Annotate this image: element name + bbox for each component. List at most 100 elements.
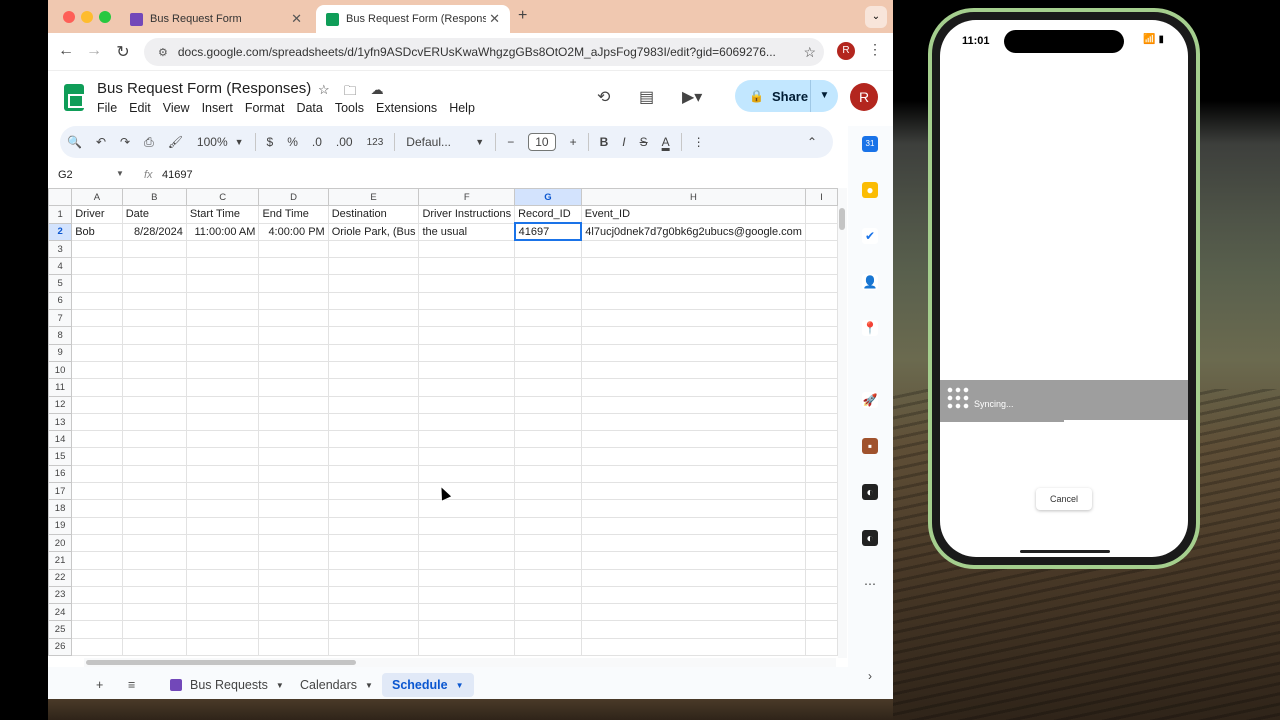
chevron-down-icon[interactable]: ▼ <box>235 137 244 147</box>
cell[interactable] <box>804 274 838 293</box>
calendar-icon[interactable]: 31 <box>862 136 878 152</box>
row-header[interactable]: 12 <box>48 395 73 414</box>
cell[interactable] <box>258 603 329 622</box>
document-title[interactable]: Bus Request Form (Responses) <box>97 80 311 97</box>
cell[interactable] <box>514 637 582 657</box>
cell[interactable] <box>258 412 329 432</box>
contacts-icon[interactable]: 👤 <box>862 274 878 290</box>
cell[interactable] <box>121 464 187 484</box>
cell[interactable] <box>418 568 516 587</box>
cell[interactable] <box>418 343 516 362</box>
cell[interactable] <box>185 620 260 639</box>
cell[interactable] <box>580 343 806 362</box>
cell[interactable] <box>121 412 187 432</box>
paint-format-icon[interactable]: 🖌 <box>168 135 183 149</box>
cell[interactable] <box>185 447 260 466</box>
decrease-font-size-button[interactable]: − <box>507 135 514 149</box>
search-menus-icon[interactable]: 🔍 <box>67 135 82 149</box>
cell[interactable] <box>258 378 329 397</box>
cell[interactable] <box>121 585 187 605</box>
cell[interactable]: Oriole Park, (Bus <box>327 222 420 241</box>
home-indicator[interactable] <box>1020 550 1110 553</box>
cell[interactable] <box>580 274 806 293</box>
cell[interactable] <box>514 430 582 449</box>
addon-app-icon[interactable]: ◐ <box>862 484 878 500</box>
cell[interactable] <box>71 603 123 622</box>
cell[interactable] <box>185 585 260 605</box>
cell[interactable] <box>121 430 187 449</box>
cell[interactable] <box>327 551 420 570</box>
cell[interactable] <box>71 291 123 311</box>
cell[interactable] <box>804 326 838 345</box>
cell[interactable] <box>327 603 420 622</box>
row-header[interactable]: 22 <box>48 568 73 587</box>
name-box[interactable]: G2 <box>58 169 73 181</box>
cell[interactable] <box>804 464 838 484</box>
cell[interactable] <box>327 568 420 587</box>
cell[interactable] <box>804 360 838 380</box>
cell[interactable] <box>580 603 806 622</box>
add-sheet-button[interactable]: + <box>86 673 113 697</box>
cell[interactable] <box>71 257 123 276</box>
cell[interactable] <box>514 585 582 605</box>
cell[interactable] <box>185 412 260 432</box>
zoom-select[interactable]: 100% <box>197 135 228 149</box>
cell[interactable] <box>580 637 806 657</box>
column-header[interactable]: E <box>327 188 420 207</box>
cell[interactable] <box>121 637 187 657</box>
cell[interactable] <box>258 395 329 414</box>
cell[interactable] <box>804 637 838 657</box>
cell[interactable] <box>327 499 420 518</box>
cell[interactable] <box>580 533 806 553</box>
chevron-down-icon[interactable]: ▼ <box>365 681 373 690</box>
cell[interactable] <box>185 239 260 259</box>
cell[interactable] <box>804 378 838 397</box>
cell[interactable] <box>121 603 187 622</box>
cell[interactable] <box>804 482 838 501</box>
cell[interactable] <box>327 343 420 362</box>
tab-bus-request-form[interactable]: Bus Request Form ✕ <box>120 5 312 33</box>
cell[interactable] <box>121 482 187 501</box>
cell[interactable] <box>327 447 420 466</box>
cell[interactable] <box>71 447 123 466</box>
cell[interactable] <box>121 516 187 535</box>
cell[interactable] <box>121 343 187 362</box>
row-header[interactable]: 17 <box>48 482 73 501</box>
cell[interactable] <box>121 499 187 518</box>
cell[interactable] <box>121 378 187 397</box>
row-header[interactable]: 13 <box>48 412 73 432</box>
cell[interactable]: Driver Instructions <box>418 205 516 224</box>
menu-edit[interactable]: Edit <box>129 101 151 115</box>
cell[interactable] <box>580 499 806 518</box>
strikethrough-button[interactable]: S <box>640 135 648 149</box>
cell[interactable] <box>121 309 187 328</box>
cell[interactable] <box>804 620 838 639</box>
cell[interactable] <box>804 533 838 553</box>
cell[interactable] <box>71 395 123 414</box>
cell[interactable] <box>514 516 582 535</box>
version-history-icon[interactable]: ⟲ <box>597 87 610 107</box>
cell[interactable] <box>185 464 260 484</box>
horizontal-scrollbar[interactable] <box>84 658 836 667</box>
column-header[interactable]: H <box>580 188 806 207</box>
column-header[interactable]: F <box>418 188 516 207</box>
print-icon[interactable]: ⎙ <box>144 135 154 150</box>
cell[interactable]: Driver <box>71 205 123 224</box>
addon-app-icon-2[interactable]: ◐ <box>862 530 878 546</box>
cell[interactable] <box>580 516 806 535</box>
menu-file[interactable]: File <box>97 101 117 115</box>
meet-icon[interactable]: ▶▾ <box>682 87 702 107</box>
column-header[interactable]: D <box>258 188 329 207</box>
cell[interactable] <box>514 326 582 345</box>
cell[interactable] <box>514 274 582 293</box>
italic-button[interactable]: I <box>622 135 625 149</box>
cell[interactable] <box>580 430 806 449</box>
cell[interactable] <box>580 620 806 639</box>
cell[interactable] <box>258 291 329 311</box>
cell[interactable] <box>258 447 329 466</box>
percent-format-button[interactable]: % <box>287 135 298 149</box>
cell[interactable] <box>804 516 838 535</box>
sheets-logo-icon[interactable] <box>64 84 84 111</box>
row-header[interactable]: 6 <box>48 291 73 311</box>
cell[interactable] <box>418 309 516 328</box>
